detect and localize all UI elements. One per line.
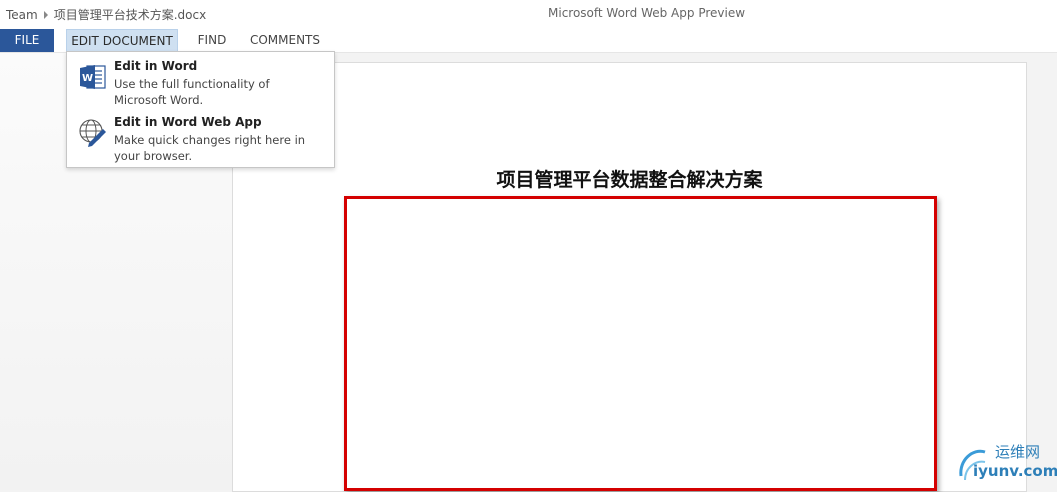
tab-file[interactable]: FILE bbox=[0, 29, 54, 52]
breadcrumb-document-name[interactable]: 项目管理平台技术方案.docx bbox=[54, 6, 206, 23]
menu-item-description: Make quick changes right here in your br… bbox=[114, 133, 306, 163]
tab-comments[interactable]: COMMENTS bbox=[245, 29, 325, 52]
word-icon: W bbox=[78, 62, 108, 92]
breadcrumb-team-link[interactable]: Team bbox=[6, 8, 38, 22]
tab-edit-document[interactable]: EDIT DOCUMENT bbox=[66, 29, 178, 66]
tab-edit-document-label: EDIT DOCUMENT bbox=[71, 34, 173, 48]
document-image bbox=[344, 196, 937, 491]
edit-document-menu: W Edit in Word Use the full functionalit… bbox=[66, 51, 335, 168]
menu-item-title: Edit in Word Web App bbox=[114, 115, 262, 129]
watermark-text-en: iyunv.com bbox=[973, 462, 1057, 480]
watermark-text-cn: 运维网 bbox=[995, 443, 1041, 461]
tab-find[interactable]: FIND bbox=[189, 29, 235, 52]
title-bar: Team 项目管理平台技术方案.docx Microsoft Word Web … bbox=[0, 0, 1057, 29]
document-title: 项目管理平台数据整合解决方案 bbox=[496, 169, 763, 191]
menu-item-title: Edit in Word bbox=[114, 59, 198, 73]
menu-item-description: Use the full functionality of Microsoft … bbox=[114, 77, 270, 107]
globe-pen-icon bbox=[78, 118, 108, 148]
breadcrumb: Team 项目管理平台技术方案.docx bbox=[6, 6, 206, 23]
menu-item-edit-in-word[interactable]: W Edit in Word Use the full functionalit… bbox=[67, 58, 334, 110]
document-page: 项目管理平台数据整合解决方案 bbox=[232, 62, 1027, 492]
ribbon: FILE EDIT DOCUMENT FIND COMMENTS bbox=[0, 29, 1057, 66]
chevron-right-icon bbox=[43, 10, 48, 19]
app-title: Microsoft Word Web App Preview bbox=[548, 6, 746, 20]
menu-item-edit-in-web-app[interactable]: Edit in Word Web App Make quick changes … bbox=[67, 114, 334, 166]
site-watermark: 运维网 iyunv.com bbox=[955, 440, 1057, 490]
svg-text:W: W bbox=[82, 73, 93, 84]
